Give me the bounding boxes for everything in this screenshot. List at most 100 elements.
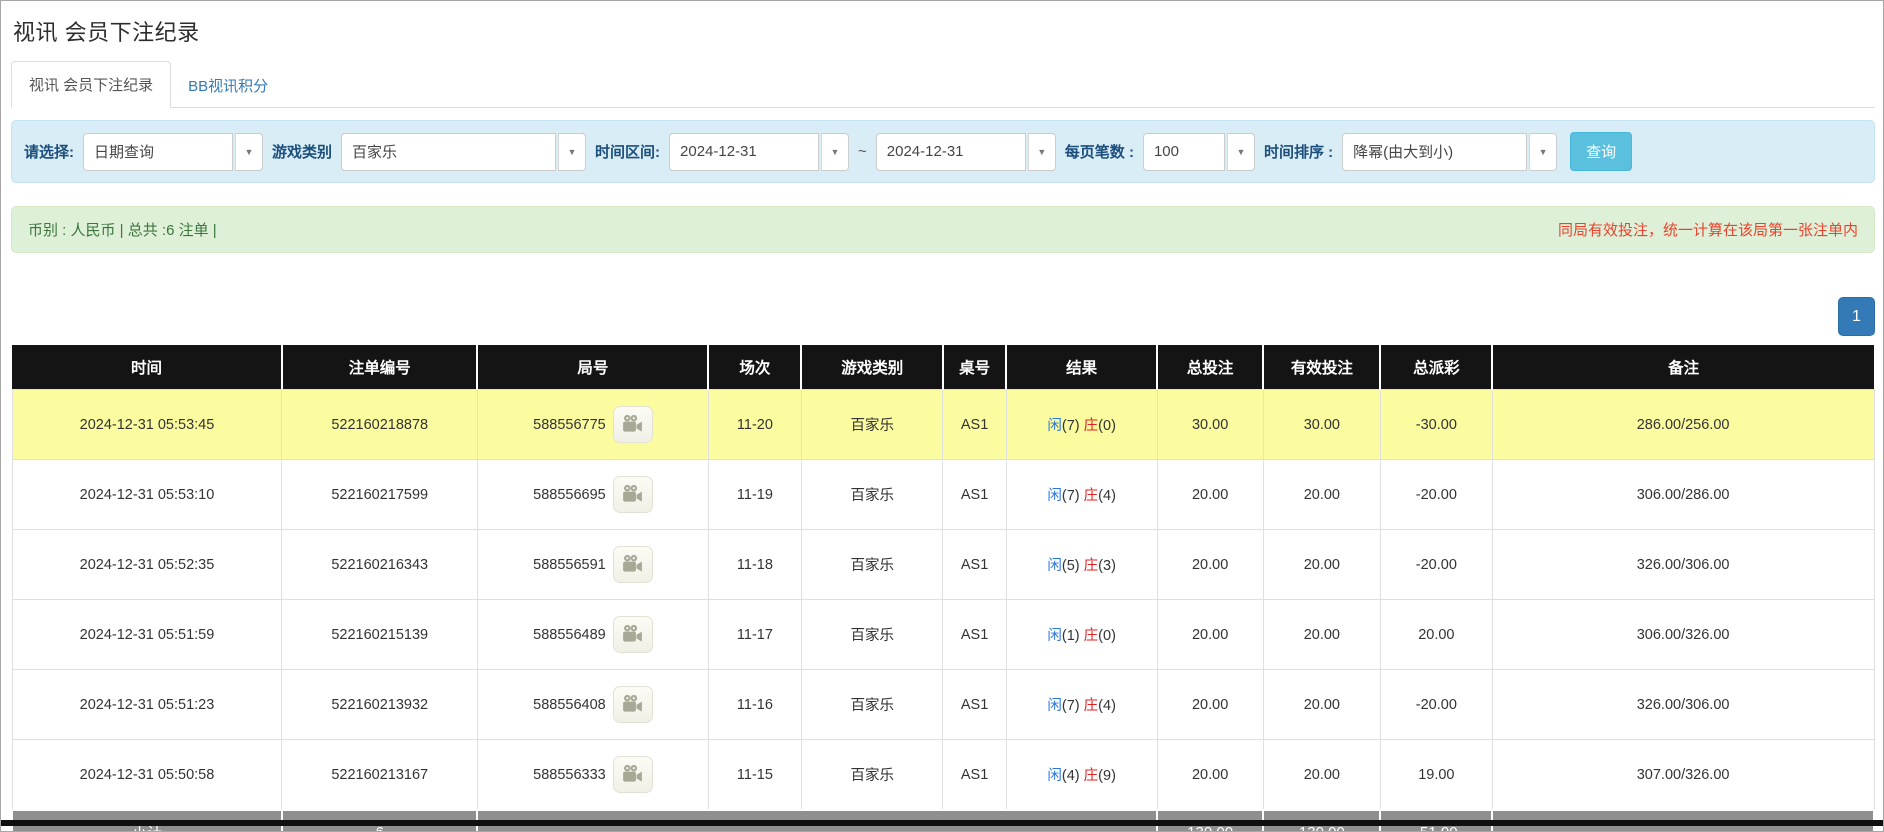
summary-bar: 币别 : 人民币 | 总共 :6 注单 | 同局有效投注，统一计算在该局第一张注… bbox=[11, 206, 1875, 253]
col-game-type: 游戏类别 bbox=[801, 345, 943, 390]
game-type-label: 游戏类别 bbox=[272, 141, 332, 162]
cell-result: 闲(4) 庄(9) bbox=[1006, 740, 1157, 811]
game-type-value: 百家乐 bbox=[341, 133, 556, 171]
sort-value: 降幂(由大到小) bbox=[1342, 133, 1527, 171]
cell-round-id: 588556408 bbox=[477, 670, 708, 740]
cell-result: 闲(7) 庄(0) bbox=[1006, 390, 1157, 460]
cell-remark: 307.00/326.00 bbox=[1492, 740, 1874, 811]
video-camera-icon bbox=[621, 763, 644, 786]
cell-bet-id: 522160217599 bbox=[282, 460, 478, 530]
cell-payout: 19.00 bbox=[1380, 740, 1492, 811]
query-type-value: 日期查询 bbox=[83, 133, 233, 171]
cell-session: 11-18 bbox=[708, 530, 801, 600]
query-type-select[interactable]: 日期查询 ▼ bbox=[83, 133, 263, 171]
col-result: 结果 bbox=[1006, 345, 1157, 390]
cell-result: 闲(5) 庄(3) bbox=[1006, 530, 1157, 600]
cell-game-type: 百家乐 bbox=[801, 670, 943, 740]
table-row: 2024-12-31 05:52:35 522160216343 5885565… bbox=[12, 530, 1874, 600]
cell-valid-bet: 20.00 bbox=[1263, 600, 1380, 670]
cell-game-type: 百家乐 bbox=[801, 530, 943, 600]
pagination: 1 bbox=[11, 297, 1875, 336]
cell-valid-bet: 20.00 bbox=[1263, 670, 1380, 740]
sort-select[interactable]: 降幂(由大到小) ▼ bbox=[1342, 133, 1557, 171]
cell-bet-id: 522160218878 bbox=[282, 390, 478, 460]
date-from-select[interactable]: 2024-12-31 ▼ bbox=[669, 133, 849, 171]
cell-result: 闲(7) 庄(4) bbox=[1006, 460, 1157, 530]
round-id-text: 588556591 bbox=[533, 557, 606, 573]
banker-score: (4) bbox=[1098, 488, 1116, 504]
tab-bb-video-points[interactable]: BB视讯积分 bbox=[171, 63, 285, 108]
player-result-label: 闲 bbox=[1047, 488, 1062, 504]
video-replay-button[interactable] bbox=[613, 476, 653, 513]
player-score: (1) bbox=[1062, 628, 1080, 644]
cell-remark: 286.00/256.00 bbox=[1492, 390, 1874, 460]
banker-score: (3) bbox=[1098, 558, 1116, 574]
per-page-select[interactable]: 100 ▼ bbox=[1143, 133, 1255, 171]
player-score: (7) bbox=[1062, 418, 1080, 434]
col-table-no: 桌号 bbox=[943, 345, 1006, 390]
cell-remark: 306.00/286.00 bbox=[1492, 460, 1874, 530]
cell-game-type: 百家乐 bbox=[801, 600, 943, 670]
player-result-label: 闲 bbox=[1047, 628, 1062, 644]
banker-result-label: 庄 bbox=[1084, 698, 1099, 714]
cell-time: 2024-12-31 05:53:10 bbox=[12, 460, 282, 530]
table-row: 2024-12-31 05:53:10 522160217599 5885566… bbox=[12, 460, 1874, 530]
date-from-value: 2024-12-31 bbox=[669, 133, 819, 171]
video-camera-icon bbox=[621, 693, 644, 716]
cell-time: 2024-12-31 05:53:45 bbox=[12, 390, 282, 460]
cell-valid-bet: 20.00 bbox=[1263, 460, 1380, 530]
chevron-down-icon[interactable]: ▼ bbox=[1028, 133, 1056, 171]
col-valid-bet: 有效投注 bbox=[1263, 345, 1380, 390]
tab-betting-records[interactable]: 视讯 会员下注纪录 bbox=[11, 61, 171, 108]
cell-time: 2024-12-31 05:51:23 bbox=[12, 670, 282, 740]
col-time: 时间 bbox=[12, 345, 282, 390]
col-bet-id: 注单编号 bbox=[282, 345, 478, 390]
cell-table-no: AS1 bbox=[943, 740, 1006, 811]
chevron-down-icon[interactable]: ▼ bbox=[558, 133, 586, 171]
round-id-text: 588556333 bbox=[533, 767, 606, 783]
cell-table-no: AS1 bbox=[943, 530, 1006, 600]
cell-payout: -20.00 bbox=[1380, 670, 1492, 740]
banker-score: (4) bbox=[1098, 698, 1116, 714]
video-replay-button[interactable] bbox=[613, 756, 653, 793]
video-replay-button[interactable] bbox=[613, 406, 653, 443]
per-page-label: 每页笔数 : bbox=[1065, 141, 1134, 162]
date-to-value: 2024-12-31 bbox=[876, 133, 1026, 171]
cell-remark: 326.00/306.00 bbox=[1492, 670, 1874, 740]
cell-result: 闲(1) 庄(0) bbox=[1006, 600, 1157, 670]
col-payout: 总派彩 bbox=[1380, 345, 1492, 390]
cell-session: 11-15 bbox=[708, 740, 801, 811]
cell-payout: 20.00 bbox=[1380, 600, 1492, 670]
cell-payout: -30.00 bbox=[1380, 390, 1492, 460]
cell-round-id: 588556695 bbox=[477, 460, 708, 530]
cell-total-bet: 20.00 bbox=[1157, 460, 1263, 530]
cell-session: 11-20 bbox=[708, 390, 801, 460]
video-replay-button[interactable] bbox=[613, 546, 653, 583]
table-row: 2024-12-31 05:50:58 522160213167 5885563… bbox=[12, 740, 1874, 811]
cell-table-no: AS1 bbox=[943, 600, 1006, 670]
chevron-down-icon[interactable]: ▼ bbox=[821, 133, 849, 171]
cell-table-no: AS1 bbox=[943, 390, 1006, 460]
chevron-down-icon[interactable]: ▼ bbox=[1529, 133, 1557, 171]
video-camera-icon bbox=[621, 483, 644, 506]
game-type-select[interactable]: 百家乐 ▼ bbox=[341, 133, 586, 171]
search-button[interactable]: 查询 bbox=[1570, 132, 1632, 171]
cell-total-bet: 20.00 bbox=[1157, 670, 1263, 740]
video-replay-button[interactable] bbox=[613, 686, 653, 723]
cell-payout: -20.00 bbox=[1380, 530, 1492, 600]
chevron-down-icon[interactable]: ▼ bbox=[235, 133, 263, 171]
cell-total-bet: 20.00 bbox=[1157, 530, 1263, 600]
filter-bar: 请选择: 日期查询 ▼ 游戏类别 百家乐 ▼ 时间区间: 2024-12-31 … bbox=[11, 120, 1875, 183]
page-1-button[interactable]: 1 bbox=[1838, 297, 1875, 336]
player-score: (5) bbox=[1062, 558, 1080, 574]
table-row: 2024-12-31 05:53:45 522160218878 5885567… bbox=[12, 390, 1874, 460]
chevron-down-icon[interactable]: ▼ bbox=[1227, 133, 1255, 171]
cell-payout: -20.00 bbox=[1380, 460, 1492, 530]
per-page-value: 100 bbox=[1143, 133, 1225, 171]
video-camera-icon bbox=[621, 553, 644, 576]
cell-valid-bet: 20.00 bbox=[1263, 740, 1380, 811]
date-to-select[interactable]: 2024-12-31 ▼ bbox=[876, 133, 1056, 171]
round-id-text: 588556408 bbox=[533, 697, 606, 713]
video-replay-button[interactable] bbox=[613, 616, 653, 653]
cell-time: 2024-12-31 05:52:35 bbox=[12, 530, 282, 600]
